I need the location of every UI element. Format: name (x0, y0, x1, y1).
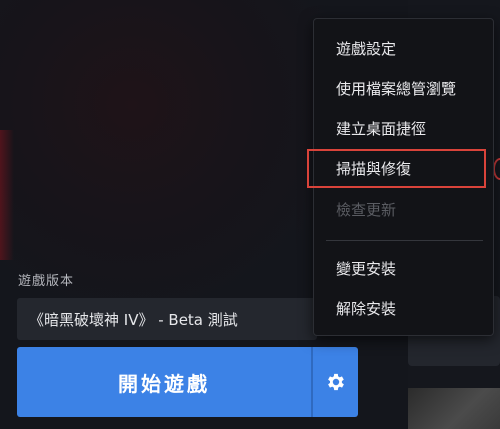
notification-indicator (493, 158, 500, 180)
gear-icon (327, 373, 344, 391)
menu-item-show-in-explorer[interactable]: 使用檔案總管瀏覽 (336, 77, 456, 101)
right-panel-thumbnail[interactable] (408, 388, 500, 429)
menu-item-modify-install[interactable]: 變更安裝 (336, 257, 396, 281)
game-version-label: 遊戲版本 (18, 274, 75, 289)
background-accent (0, 130, 14, 260)
menu-item-create-shortcut[interactable]: 建立桌面捷徑 (336, 117, 426, 141)
game-version-value: 《暗黑破壞神 IV》 - Beta 測試 (29, 310, 238, 329)
highlight-annotation (307, 149, 486, 188)
menu-divider (326, 240, 483, 241)
game-version-select[interactable]: 《暗黑破壞神 IV》 - Beta 測試 (17, 298, 317, 340)
play-button[interactable]: 開始遊戲 (17, 347, 311, 417)
menu-item-game-settings[interactable]: 遊戲設定 (336, 37, 396, 61)
menu-item-check-for-updates: 檢查更新 (336, 201, 397, 219)
game-options-button[interactable] (313, 347, 358, 417)
menu-item-uninstall[interactable]: 解除安裝 (336, 297, 396, 321)
background-art (0, 0, 330, 300)
